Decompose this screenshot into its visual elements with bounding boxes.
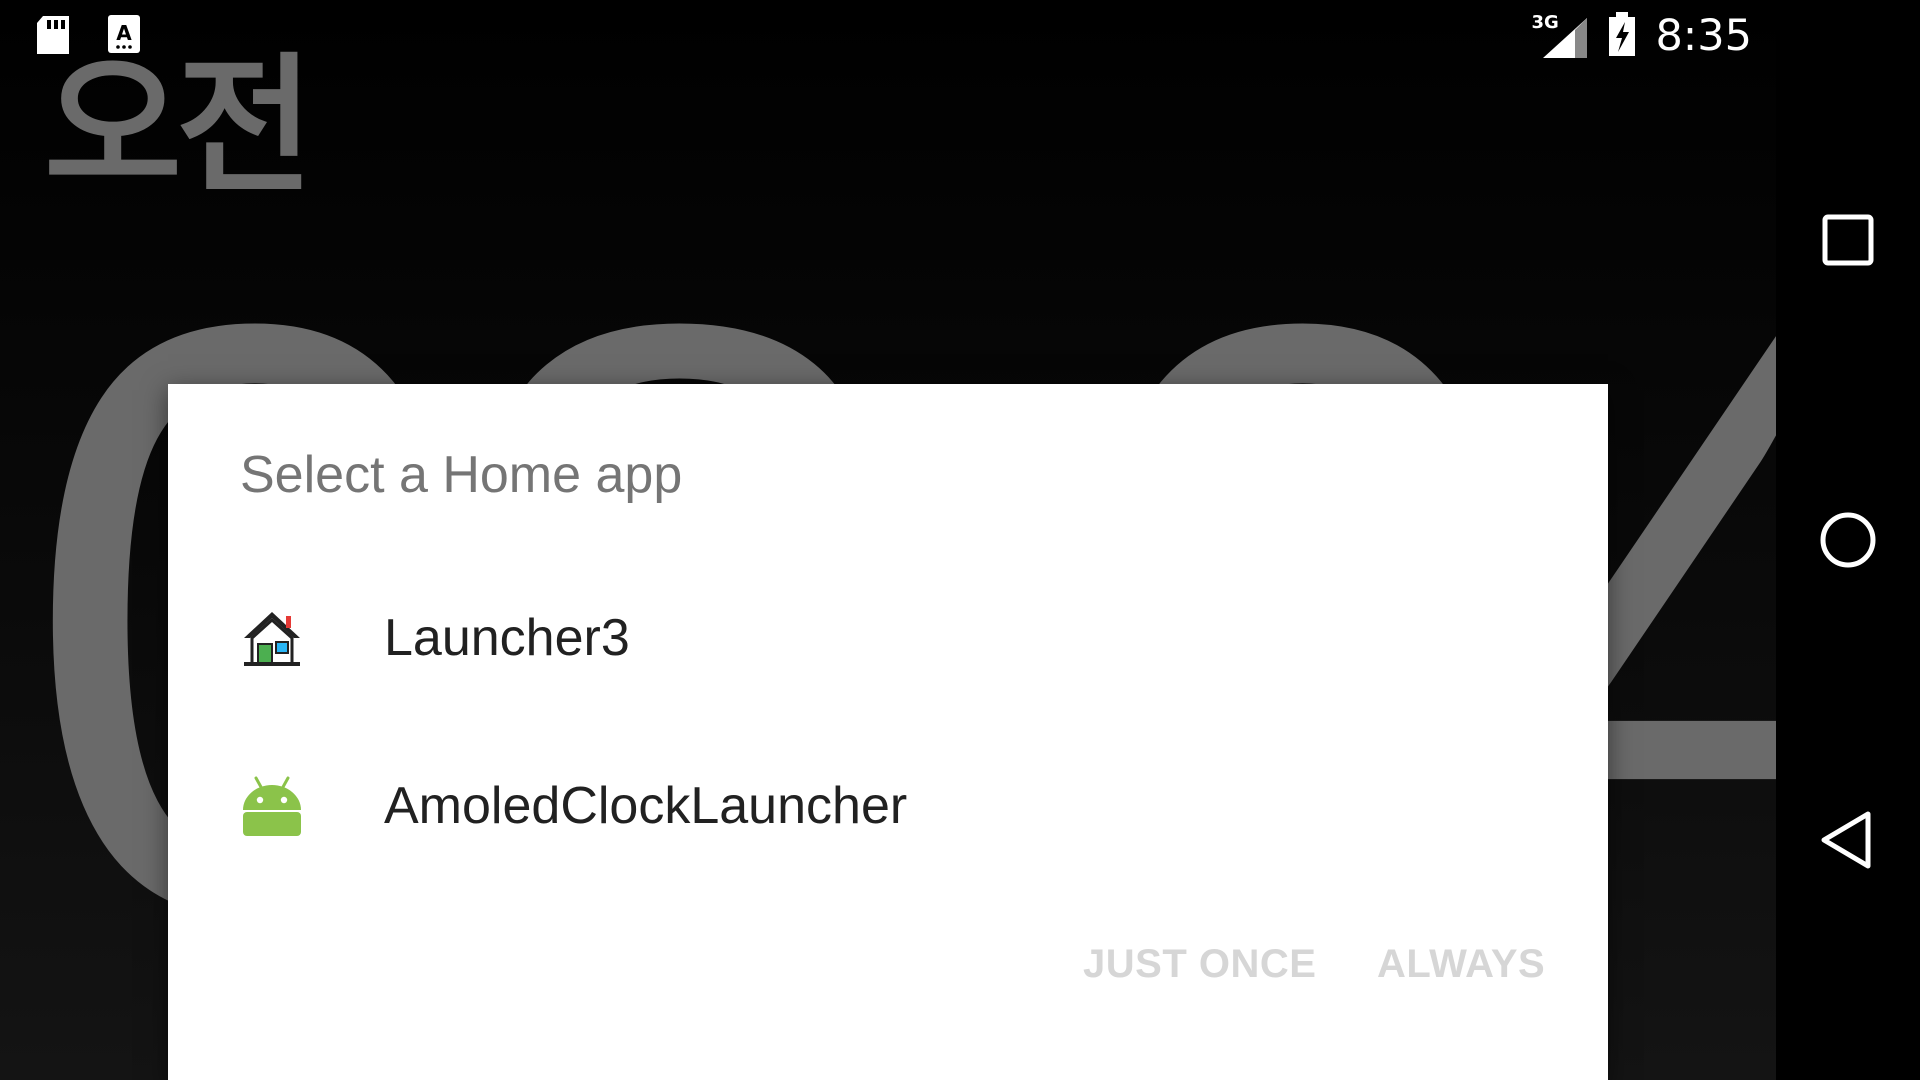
home-circle-icon[interactable] [1812, 504, 1884, 576]
launcher3-house-icon [240, 606, 304, 670]
recents-square-icon[interactable] [1812, 204, 1884, 276]
back-triangle-icon[interactable] [1812, 804, 1884, 876]
dialog-title: Select a Home app [240, 446, 683, 504]
android-robot-icon [240, 774, 304, 838]
app-label-amoledclocklauncher: AmoledClockLauncher [384, 777, 908, 835]
home-screen: A 3G 8:35 오전 08:04 Select [0, 0, 1776, 1080]
status-clock: 8:35 [1655, 11, 1752, 61]
status-bar-right: 3G 8:35 [1531, 10, 1752, 62]
always-button[interactable]: ALWAYS [1377, 942, 1545, 987]
battery-charging-icon [1607, 10, 1637, 62]
select-home-app-dialog: Select a Home app Launcher3 AmoledClockL… [168, 384, 1608, 1080]
just-once-button[interactable]: JUST ONCE [1083, 942, 1316, 987]
app-label-launcher3: Launcher3 [384, 609, 630, 667]
app-option-amoledclocklauncher[interactable]: AmoledClockLauncher [168, 726, 1608, 886]
app-option-launcher3[interactable]: Launcher3 [168, 558, 1608, 718]
signal-icon: 3G [1531, 12, 1589, 60]
